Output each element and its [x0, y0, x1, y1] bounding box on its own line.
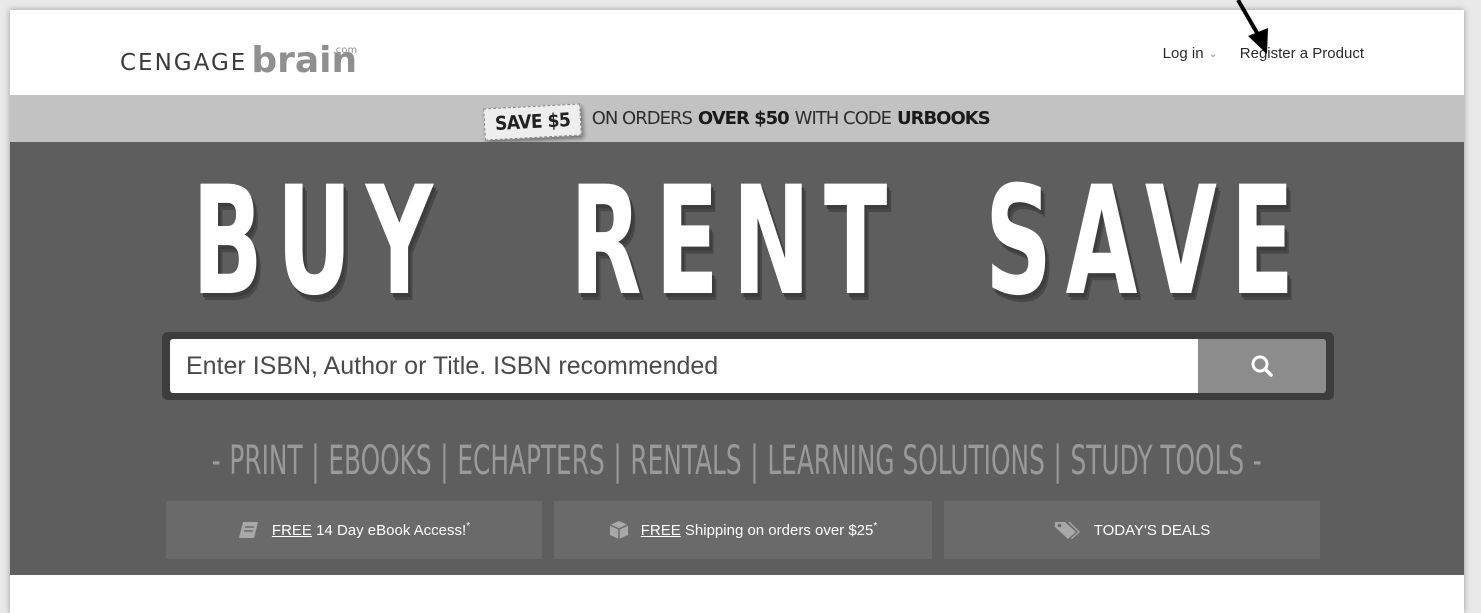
- todays-deals-label: TODAY'S DEALS: [1093, 521, 1211, 539]
- category-rentals[interactable]: RENTALS: [631, 438, 742, 484]
- promo-banner[interactable]: SAVE $5 ON ORDERS OVER $50 WITH CODE URB…: [10, 95, 1464, 142]
- feature-shipping-free: FREE: [640, 522, 681, 539]
- search-button[interactable]: [1198, 339, 1326, 393]
- category-separator: |: [613, 438, 622, 484]
- category-ebooks[interactable]: EBOOKS: [329, 438, 432, 484]
- cengagebrain-logo[interactable]: CENGAGE brain .com: [120, 38, 357, 79]
- category-learning-solutions[interactable]: LEARNING SOLUTIONS: [768, 438, 1045, 484]
- feature-ebook-free: FREE: [271, 522, 312, 539]
- hero-word-save: SAVE: [985, 155, 1308, 329]
- category-print[interactable]: PRINT: [230, 438, 303, 484]
- chevron-down-icon: ⌄: [1208, 48, 1218, 60]
- category-nav: - PRINT | EBOOKS | ECHAPTERS | RENTALS |…: [10, 438, 1464, 484]
- logo-brand: brain .com: [251, 43, 357, 79]
- feature-bar: FREE 14 Day eBook Access!* FREE Shipping…: [166, 501, 1320, 559]
- promo-content: SAVE $5 ON ORDERS OVER $50 WITH CODE URB…: [483, 95, 991, 142]
- login-label: Log in: [1162, 45, 1204, 62]
- promo-code: URBOOKS: [896, 108, 991, 129]
- category-dash-right: -: [1253, 438, 1262, 484]
- category-separator: |: [750, 438, 759, 484]
- hero-section: BUY RENT SAVE - PRINT | EBOOKS | ECHAPTE…: [10, 142, 1464, 575]
- hero-word-buy: BUY: [192, 155, 447, 329]
- category-study-tools[interactable]: STUDY TOOLS: [1071, 438, 1245, 484]
- feature-shipping-star: *: [873, 521, 878, 532]
- logo-prefix: CENGAGE: [120, 50, 248, 76]
- search-icon: [1251, 355, 1273, 377]
- feature-ebook-label: 14 Day eBook Access!: [316, 522, 467, 539]
- feature-shipping-text: FREE Shipping on orders over $25*: [641, 521, 878, 539]
- login-link[interactable]: Log in ⌄: [1163, 45, 1218, 62]
- free-shipping-button[interactable]: FREE Shipping on orders over $25*: [554, 501, 932, 559]
- search-input[interactable]: [170, 339, 1198, 393]
- promo-text: ON ORDERS OVER $50 WITH CODE URBOOKS: [591, 108, 991, 129]
- box-icon: [609, 521, 629, 539]
- hero-word-rent: RENT: [570, 155, 901, 329]
- category-separator: |: [440, 438, 449, 484]
- page-frame: CENGAGE brain .com Log in ⌄ Register a Pr…: [10, 10, 1464, 613]
- tag-icon: [1054, 522, 1080, 539]
- category-dash-left: -: [212, 438, 221, 484]
- search-bar: [162, 332, 1334, 400]
- category-list: - PRINT | EBOOKS | ECHAPTERS | RENTALS |…: [212, 438, 1262, 484]
- save-tag: SAVE $5: [483, 102, 583, 141]
- promo-text-3: WITH CODE: [794, 108, 892, 129]
- promo-text-1: ON ORDERS: [591, 108, 693, 129]
- annotation-arrow-icon: [1236, 0, 1268, 54]
- promo-text-2: OVER $50: [697, 108, 790, 129]
- category-echapters[interactable]: ECHAPTERS: [458, 438, 605, 484]
- category-separator: |: [1053, 438, 1063, 484]
- category-separator: |: [311, 438, 320, 484]
- feature-ebook-star: *: [466, 521, 471, 532]
- feature-shipping-label: Shipping on orders over $25: [684, 522, 874, 539]
- logo-suffix: .com: [332, 45, 358, 56]
- hero-headline: BUY RENT SAVE: [10, 162, 1464, 322]
- feature-ebook-text: FREE 14 Day eBook Access!*: [272, 521, 470, 539]
- todays-deals-button[interactable]: TODAY'S DEALS: [944, 501, 1320, 559]
- free-ebook-access-button[interactable]: FREE 14 Day eBook Access!*: [166, 501, 542, 559]
- ebook-icon: [238, 522, 258, 538]
